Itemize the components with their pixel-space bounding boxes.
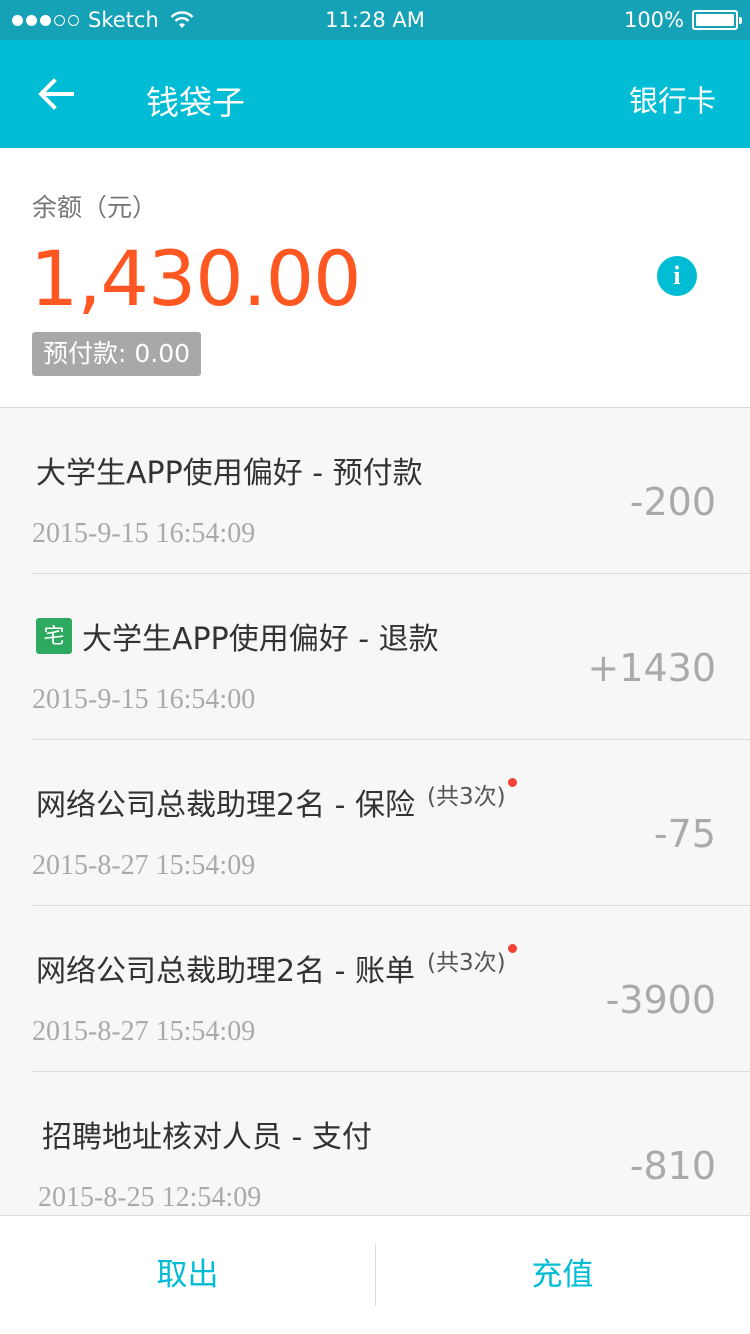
home-tag-badge: 宅 [36, 618, 72, 654]
bottom-action-bar: 取出 充值 [0, 1215, 750, 1334]
list-item[interactable]: 网络公司总裁助理2名 - 账单 (共3次) 2015-8-27 15:54:09… [32, 906, 750, 1072]
nav-bar: 钱袋子 银行卡 [0, 40, 750, 148]
transaction-title-text: 大学生APP使用偏好 - 预付款 [36, 456, 423, 491]
transaction-title: 大学生APP使用偏好 - 预付款 [36, 448, 423, 492]
transaction-title: 网络公司总裁助理2名 - 保险 (共3次) [36, 777, 517, 824]
transaction-title-text: 招聘地址核对人员 - 支付 [42, 1120, 372, 1155]
recharge-button[interactable]: 充值 [375, 1216, 750, 1334]
transaction-date: 2015-9-15 16:54:00 [32, 684, 256, 715]
transaction-date: 2015-9-15 16:54:09 [32, 518, 256, 549]
transaction-title-text: 大学生APP使用偏好 - 退款 [82, 622, 439, 657]
prepaid-badge: 预付款: 0.00 [32, 332, 202, 376]
transaction-amount: -3900 [605, 978, 716, 1022]
balance-amount: 1,430.00 [30, 234, 361, 323]
transaction-list: 大学生APP使用偏好 - 预付款 2015-9-15 16:54:09 -200… [0, 408, 750, 1215]
transaction-amount: -200 [629, 480, 716, 524]
page-title: 钱袋子 [146, 83, 245, 122]
transaction-amount: -75 [653, 812, 716, 856]
unread-dot [507, 777, 517, 787]
transaction-title: 宅 大学生APP使用偏好 - 退款 [36, 614, 439, 658]
transaction-title: 网络公司总裁助理2名 - 账单 (共3次) [36, 943, 517, 990]
balance-label: 余额（元） [32, 193, 158, 222]
list-item[interactable]: 大学生APP使用偏好 - 预付款 2015-9-15 16:54:09 -200 [32, 408, 750, 574]
battery-icon [692, 10, 742, 30]
list-item[interactable]: 招聘地址核对人员 - 支付 2015-8-25 12:54:09 -810 [32, 1072, 750, 1215]
info-icon[interactable]: i [657, 256, 697, 296]
transaction-date: 2015-8-25 12:54:09 [38, 1182, 262, 1213]
transaction-title-text: 网络公司总裁助理2名 - 保险 [36, 788, 415, 823]
withdraw-button[interactable]: 取出 [0, 1216, 375, 1334]
transaction-amount: +1430 [587, 646, 716, 690]
battery-percent: 100% [623, 8, 684, 32]
battery-status: 100% [623, 8, 742, 32]
balance-card: 余额（元） 1,430.00 i 预付款: 0.00 [0, 148, 750, 408]
bank-card-link[interactable]: 银行卡 [629, 78, 716, 120]
transaction-amount: -810 [629, 1144, 716, 1188]
transaction-count: (共3次) [426, 950, 506, 976]
transaction-title: 招聘地址核对人员 - 支付 [42, 1112, 372, 1156]
transaction-title-text: 网络公司总裁助理2名 - 账单 [36, 954, 415, 989]
list-item[interactable]: 网络公司总裁助理2名 - 保险 (共3次) 2015-8-27 15:54:09… [32, 740, 750, 906]
transaction-count: (共3次) [426, 784, 506, 810]
arrow-left-icon[interactable] [36, 74, 76, 114]
transaction-date: 2015-8-27 15:54:09 [32, 850, 256, 881]
list-item[interactable]: 宅 大学生APP使用偏好 - 退款 2015-9-15 16:54:00 +14… [32, 574, 750, 740]
unread-dot [507, 943, 517, 953]
status-bar: Sketch 11:28 AM 100% [0, 0, 750, 40]
transaction-date: 2015-8-27 15:54:09 [32, 1016, 256, 1047]
